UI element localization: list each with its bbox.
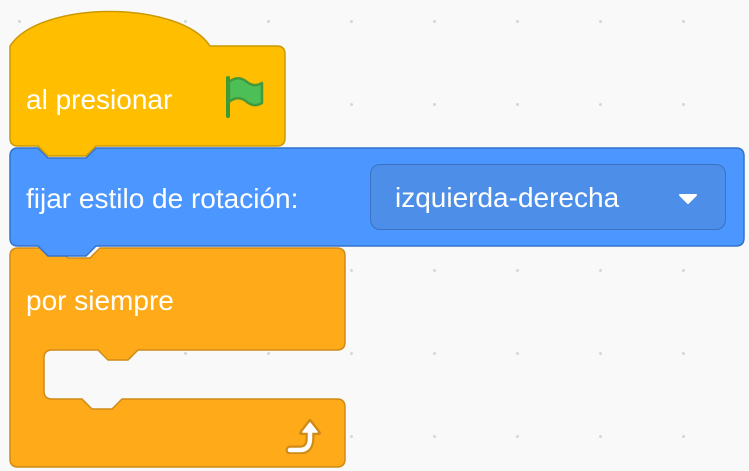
block-canvas — [9, 10, 745, 468]
repeat-arrow-icon — [285, 419, 321, 454]
green-flag-icon[interactable] — [220, 74, 266, 120]
forever-block-label: por siempre — [26, 285, 174, 316]
set-rotation-style-label: fijar estilo de rotación: — [26, 183, 299, 214]
rotation-style-value: izquierda-derecha — [395, 182, 620, 213]
caret-down-icon — [679, 194, 697, 204]
hat-block-label: al presionar — [26, 84, 173, 115]
rotation-style-dropdown[interactable]: izquierda-derecha — [370, 164, 726, 230]
